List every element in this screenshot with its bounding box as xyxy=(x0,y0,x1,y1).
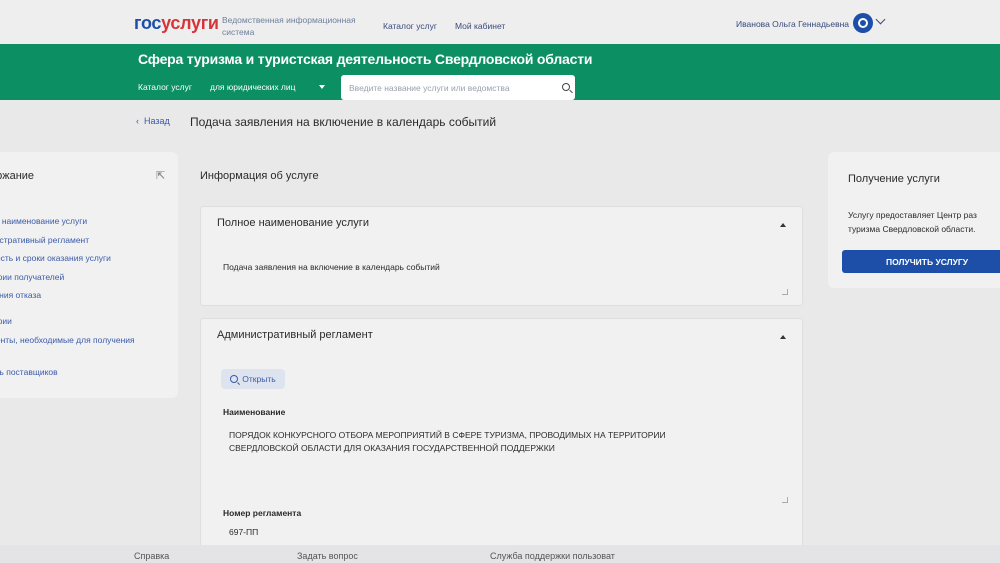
resize-handle-icon[interactable] xyxy=(782,497,788,503)
contents-panel: ержание ⇱ ое наименование услуги нистрат… xyxy=(0,152,178,398)
logo-subtitle: Ведомственная информационная система xyxy=(222,15,356,37)
regulation-heading[interactable]: Административный регламент xyxy=(217,329,373,341)
toc-item-cost-terms[interactable]: мость и сроки оказания услуги xyxy=(0,251,150,265)
toc-item-regulation[interactable]: нистративный регламент xyxy=(0,233,150,247)
get-service-button[interactable]: ПОЛУЧИТЬ УСЛУГУ xyxy=(842,250,1000,273)
audience-select[interactable]: для юридических лиц xyxy=(210,82,296,92)
regulation-name-label: Наименование xyxy=(223,407,286,417)
provider-text-line1: Услугу предоставляет Центр раз xyxy=(848,210,977,220)
open-regulation-button[interactable]: Открыть xyxy=(221,369,285,389)
regulation-number-label: Номер регламента xyxy=(223,508,302,518)
footer: Справка Задать вопрос Служба поддержки п… xyxy=(0,545,1000,563)
search-icon[interactable] xyxy=(562,83,570,91)
regulation-number-value: 697-ПП xyxy=(229,527,259,537)
full-name-text: Подача заявления на включение в календар… xyxy=(223,262,440,272)
full-name-heading[interactable]: Полное наименование услуги xyxy=(217,217,369,229)
toc-item-full-name[interactable]: ое наименование услуги xyxy=(0,214,150,228)
search-icon xyxy=(230,375,239,383)
logo-part1: гос xyxy=(134,13,162,33)
toc-item-documents[interactable]: менты, необходимые для получения xyxy=(0,333,150,347)
info-heading: Информация об услуге xyxy=(200,170,319,182)
dropdown-arrow-icon[interactable] xyxy=(319,85,325,89)
resize-handle-icon[interactable] xyxy=(782,289,788,295)
nav-catalog-link[interactable]: Каталог услуг xyxy=(383,21,437,31)
toc-item-refusal-grounds[interactable]: вания отказа xyxy=(0,288,150,302)
avatar[interactable] xyxy=(853,13,873,33)
department-band: Сфера туризма и туристская деятельность … xyxy=(0,44,1000,100)
collapse-icon[interactable] xyxy=(780,335,786,339)
search-box xyxy=(341,75,575,100)
toc-item-recipients[interactable]: гории получателей xyxy=(0,270,150,284)
search-input[interactable] xyxy=(349,75,549,100)
page-title: Подача заявления на включение в календар… xyxy=(190,115,497,129)
regulation-name-line1: ПОРЯДОК КОНКУРСНОГО ОТБОРА МЕРОПРИЯТИЙ В… xyxy=(229,430,666,440)
footer-help-link[interactable]: Справка xyxy=(134,551,169,561)
regulation-name-line2: СВЕРДЛОВСКОЙ ОБЛАСТИ ДЛЯ ОКАЗАНИЯ ГОСУДА… xyxy=(229,443,555,453)
get-service-title: Получение услуги xyxy=(848,173,940,185)
back-label: Назад xyxy=(144,116,170,126)
toc-item-providers[interactable]: ень поставщиков xyxy=(0,365,150,379)
chevron-down-icon[interactable] xyxy=(875,14,886,25)
top-header: госуслуги Ведомственная информационная с… xyxy=(0,0,1000,44)
toc-item-documents-cont[interactable]: и xyxy=(0,346,150,360)
collapse-icon[interactable] xyxy=(780,223,786,227)
regulation-section: Административный регламент Открыть Наиме… xyxy=(200,318,803,558)
contents-title: ержание xyxy=(0,170,35,182)
department-title: Сфера туризма и туристская деятельность … xyxy=(138,51,593,67)
get-service-panel: Получение услуги Услугу предоставляет Це… xyxy=(828,152,1000,288)
nav-cabinet-link[interactable]: Мой кабинет xyxy=(455,21,505,31)
open-label: Открыть xyxy=(242,374,276,384)
provider-text-line2: туризма Свердловской области. xyxy=(848,224,976,234)
provider-text: Услугу предоставляет Центр раз туризма С… xyxy=(848,208,1000,236)
user-icon xyxy=(858,18,868,28)
user-name[interactable]: Иванова Ольга Геннадьевна xyxy=(736,19,849,29)
cursor-icon: ⇱ xyxy=(156,170,166,182)
toc-item-categories[interactable]: гории xyxy=(0,314,150,328)
logo-part2: услуги xyxy=(161,13,219,33)
catalog-label: Каталог услуг xyxy=(138,82,192,92)
footer-support-link[interactable]: Служба поддержки пользоват xyxy=(490,551,615,561)
footer-ask-link[interactable]: Задать вопрос xyxy=(297,551,358,561)
full-name-section: Полное наименование услуги Подача заявле… xyxy=(200,206,803,306)
back-link[interactable]: ‹ Назад xyxy=(136,116,170,126)
gosuslugi-logo[interactable]: госуслуги xyxy=(134,13,219,34)
